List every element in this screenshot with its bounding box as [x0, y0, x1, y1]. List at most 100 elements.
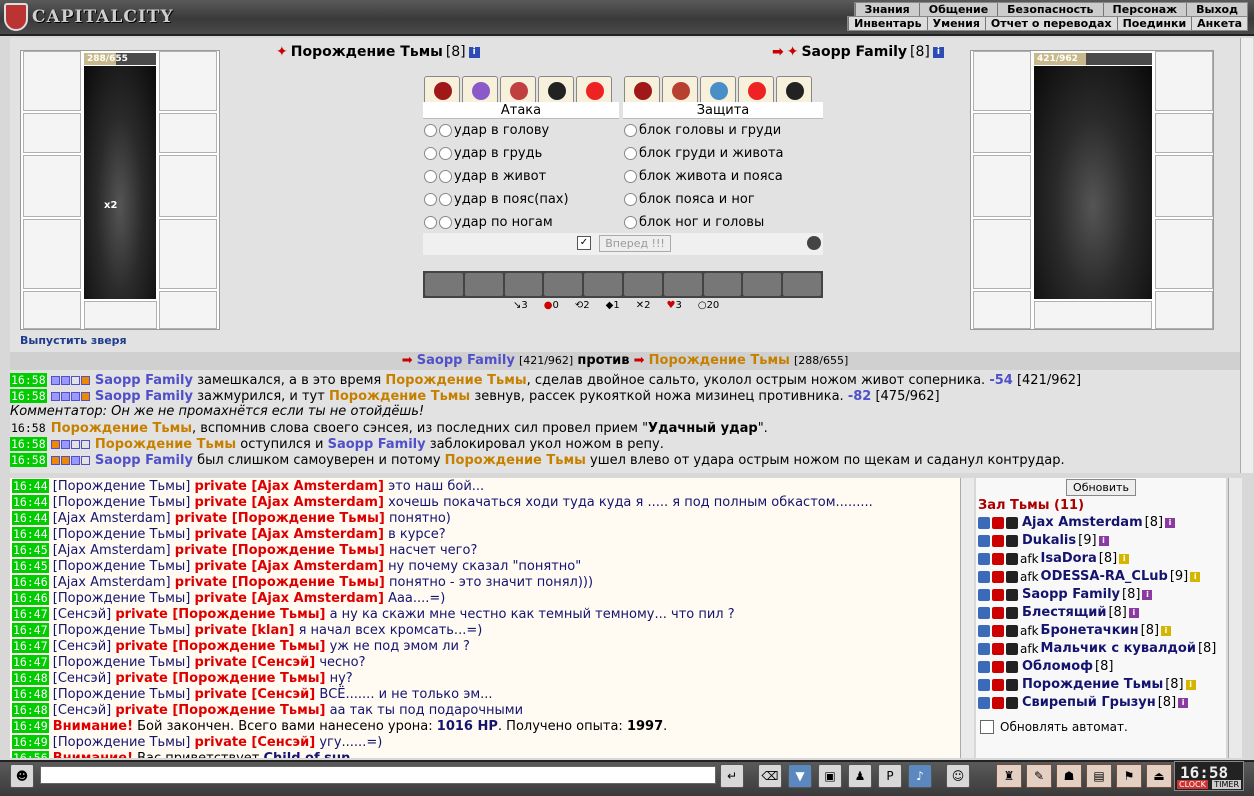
ring-slots[interactable]: [1155, 51, 1213, 111]
bag-icon[interactable]: ▤: [1086, 764, 1112, 788]
battle-right-name[interactable]: Порождение Тьмы: [649, 353, 790, 368]
release-beast-link[interactable]: Выпустить зверя: [20, 334, 127, 347]
roster-username[interactable]: Dukalis: [1022, 532, 1076, 550]
person-icon[interactable]: ♟: [848, 764, 872, 788]
refresh-battle-icon[interactable]: [807, 236, 821, 250]
eraser-icon[interactable]: ⌫: [758, 764, 782, 788]
roster-username[interactable]: Блестящий: [1022, 604, 1106, 622]
private-target[interactable]: private [Сенсэй]: [194, 687, 315, 702]
info-icon[interactable]: i: [1142, 590, 1153, 600]
info-icon[interactable]: i: [1128, 608, 1139, 618]
bracer-slot[interactable]: [973, 113, 1031, 153]
private-icon[interactable]: P: [878, 764, 902, 788]
info-icon[interactable]: i: [932, 46, 944, 58]
private-target[interactable]: private [Порождение Тьмы]: [115, 607, 325, 622]
weapon-slot[interactable]: [973, 155, 1031, 217]
confirm-checkbox[interactable]: ✓: [577, 236, 591, 250]
attack-radio[interactable]: [424, 170, 437, 183]
menu-exit[interactable]: Выход: [1186, 3, 1247, 16]
effect-slot[interactable]: [464, 273, 503, 296]
attack-radio[interactable]: [439, 170, 452, 183]
chat-sender[interactable]: [Сенсэй]: [53, 607, 111, 622]
inventory-icon[interactable]: ♜: [996, 764, 1022, 788]
save-icon[interactable]: ▣: [818, 764, 842, 788]
chat-sender[interactable]: [Порождение Тьмы]: [53, 735, 191, 750]
effect-slot[interactable]: [743, 273, 782, 296]
menu-security[interactable]: Безопасность: [997, 3, 1102, 16]
legs-slot[interactable]: [159, 219, 217, 289]
flag-icon[interactable]: ⚑: [1116, 764, 1142, 788]
effect-slot[interactable]: [425, 273, 463, 296]
roster-username[interactable]: Ajax Amsterdam: [1022, 514, 1143, 532]
attack-radio[interactable]: [439, 216, 452, 229]
right-fighter-name[interactable]: Saopp Family: [801, 44, 907, 60]
private-msg-icon[interactable]: [978, 661, 990, 673]
info-icon[interactable]: i: [468, 46, 480, 58]
defense-radio[interactable]: [624, 124, 637, 137]
private-msg-icon[interactable]: [978, 535, 990, 547]
attack-radio[interactable]: [424, 216, 437, 229]
private-msg-icon[interactable]: [978, 517, 990, 529]
timer-label[interactable]: TIMER: [1212, 780, 1241, 789]
effect-slot[interactable]: [623, 273, 662, 296]
private-target[interactable]: private [Сенсэй]: [194, 735, 315, 750]
attack-radio[interactable]: [439, 147, 452, 160]
roster-username[interactable]: Мальчик с кувалдой: [1041, 640, 1196, 658]
private-target[interactable]: private [Сенсэй]: [194, 655, 315, 670]
filter-icon[interactable]: ▼: [788, 764, 812, 788]
effect-slot[interactable]: [663, 273, 702, 296]
effect-slot[interactable]: [703, 273, 742, 296]
map-icon[interactable]: ✎: [1026, 764, 1052, 788]
roster-username[interactable]: Свирепый Грызун: [1022, 694, 1156, 712]
defense-radio[interactable]: [624, 216, 637, 229]
info-icon[interactable]: i: [1190, 572, 1201, 582]
chat-sender[interactable]: [Порождение Тьмы]: [53, 495, 191, 510]
chat-sender[interactable]: [Порождение Тьмы]: [53, 479, 191, 494]
roster-username[interactable]: Бронетачкин: [1041, 622, 1139, 640]
roster-username[interactable]: Обломоф: [1022, 658, 1093, 676]
defense-radio[interactable]: [624, 147, 637, 160]
refresh-button[interactable]: Обновить: [1066, 479, 1136, 496]
battle-scrollbar[interactable]: [1240, 38, 1253, 473]
chat-sender[interactable]: [Ajax Amsterdam]: [53, 575, 171, 590]
submenu-inventory[interactable]: Инвентарь: [848, 17, 926, 30]
effect-slot[interactable]: [504, 273, 543, 296]
private-target[interactable]: private [Ajax Amsterdam]: [194, 559, 383, 574]
menu-character[interactable]: Персонаж: [1102, 3, 1187, 16]
info-icon[interactable]: i: [1119, 554, 1130, 564]
helmet-slot[interactable]: [973, 51, 1031, 111]
private-msg-icon[interactable]: [978, 643, 990, 655]
roster-username[interactable]: Порождение Тьмы: [1022, 676, 1163, 694]
private-msg-icon[interactable]: [978, 553, 990, 565]
private-target[interactable]: private [Порождение Тьмы]: [115, 639, 325, 654]
shield-slot[interactable]: [159, 155, 217, 217]
info-icon[interactable]: i: [1098, 536, 1109, 546]
chat-sender[interactable]: [Ajax Amsterdam]: [53, 511, 171, 526]
belt-slot[interactable]: [23, 291, 81, 329]
roster-username[interactable]: ODESSA-RA_CLub: [1041, 568, 1168, 586]
belt-slot[interactable]: [973, 291, 1031, 329]
private-target[interactable]: private [Ajax Amsterdam]: [194, 495, 383, 510]
private-target[interactable]: private [Ajax Amsterdam]: [194, 479, 383, 494]
chat-input[interactable]: [40, 766, 716, 784]
chat-sender[interactable]: [Ajax Amsterdam]: [53, 543, 171, 558]
chat-sender[interactable]: [Порождение Тьмы]: [53, 559, 191, 574]
private-msg-icon[interactable]: [978, 625, 990, 637]
private-target[interactable]: private [Порождение Тьмы]: [115, 703, 325, 718]
exit-icon[interactable]: ⏏: [1146, 764, 1172, 788]
boots-slot[interactable]: [159, 291, 217, 329]
chat-sender[interactable]: [Порождение Тьмы]: [53, 527, 191, 542]
gloves-slot[interactable]: [159, 113, 217, 153]
private-target[interactable]: private [klan]: [194, 623, 294, 638]
gloves-slot[interactable]: [1155, 113, 1213, 153]
boots-slot[interactable]: [1155, 291, 1213, 329]
private-target[interactable]: private [Ajax Amsterdam]: [194, 591, 383, 606]
music-icon[interactable]: ♪: [908, 764, 932, 788]
effect-slot[interactable]: [544, 273, 583, 296]
attack-radio[interactable]: [424, 193, 437, 206]
private-target[interactable]: private [Порождение Тьмы]: [175, 511, 385, 526]
character-icon[interactable]: ☗: [1056, 764, 1082, 788]
clock-label[interactable]: CLOCK: [1177, 780, 1208, 789]
private-msg-icon[interactable]: [978, 697, 990, 709]
submenu-battles[interactable]: Поединки: [1116, 17, 1192, 30]
